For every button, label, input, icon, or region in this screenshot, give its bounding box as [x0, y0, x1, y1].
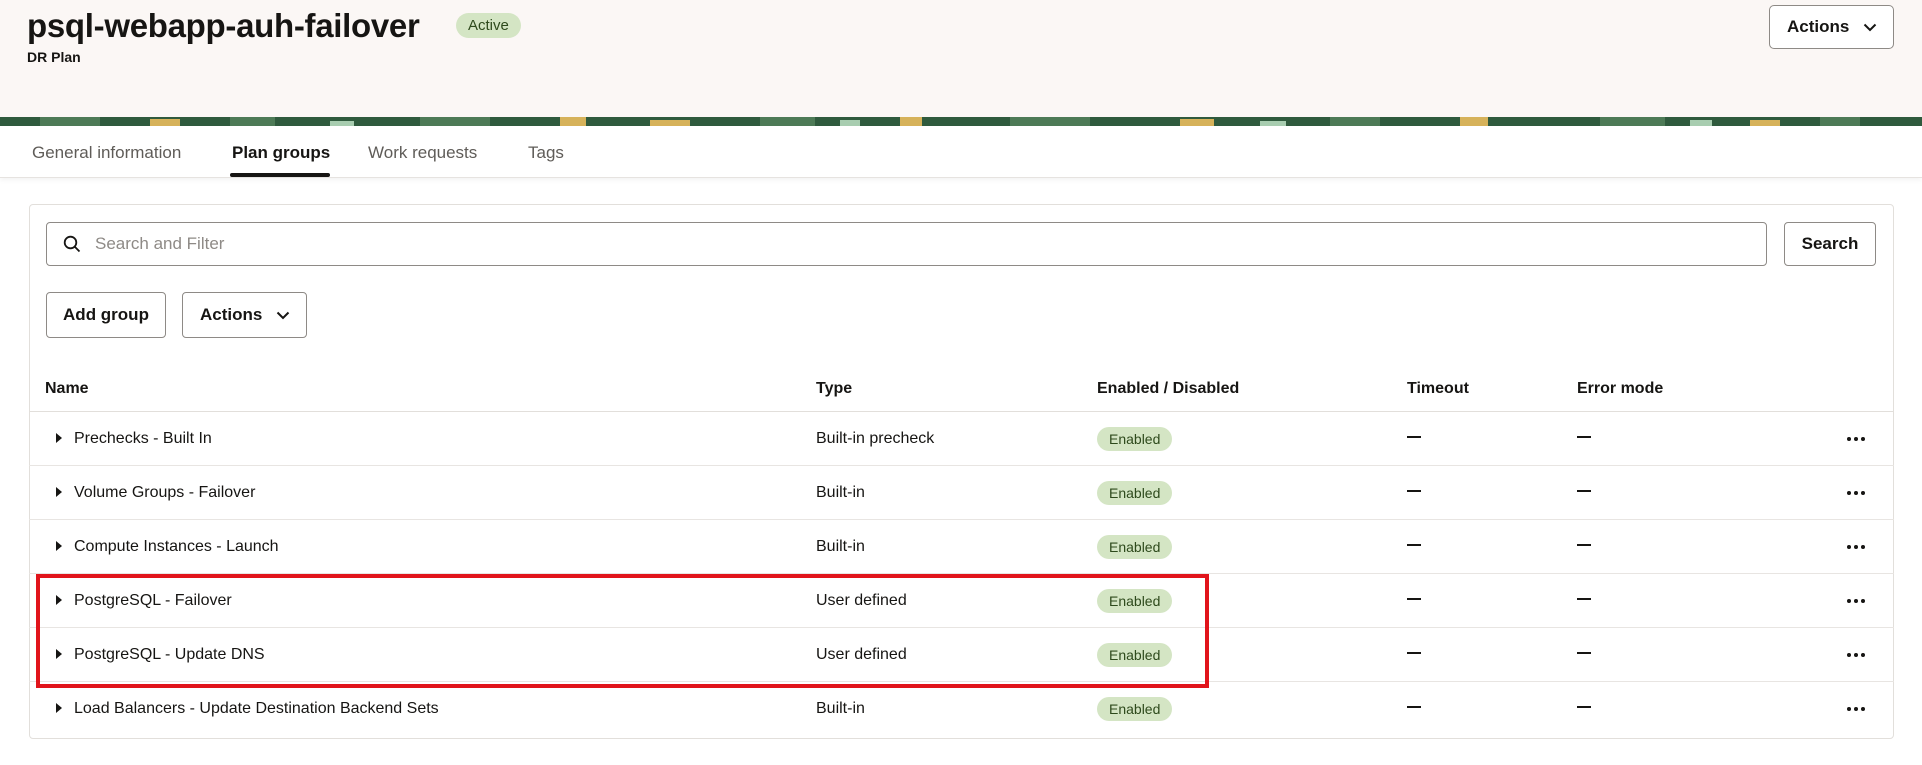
error-mode-empty — [1577, 436, 1591, 438]
column-header-name[interactable]: Name — [45, 380, 89, 398]
table-actions-button[interactable]: Actions — [182, 292, 307, 338]
column-header-enabled[interactable]: Enabled / Disabled — [1097, 380, 1239, 398]
enabled-badge: Enabled — [1097, 697, 1173, 721]
row-name: Load Balancers - Update Destination Back… — [74, 700, 439, 717]
row-type: Built-in precheck — [816, 430, 935, 447]
tab-bar: General information Plan groups Work req… — [0, 126, 1922, 178]
row-name: PostgreSQL - Failover — [74, 592, 232, 609]
enabled-badge: Enabled — [1097, 481, 1173, 505]
caret-right-icon[interactable] — [56, 487, 62, 497]
header-actions-label: Actions — [1787, 17, 1850, 36]
enabled-badge: Enabled — [1097, 589, 1173, 613]
page-title: psql-webapp-auh-failover — [27, 7, 420, 44]
table-row[interactable]: Volume Groups - Failover Built-in Enable… — [29, 466, 1894, 520]
error-mode-empty — [1577, 706, 1591, 708]
page-subtitle: DR Plan — [27, 49, 81, 65]
more-horizontal-icon[interactable] — [1847, 520, 1865, 574]
table-row[interactable]: Prechecks - Built In Built-in precheck E… — [29, 412, 1894, 466]
table-row[interactable]: Compute Instances - Launch Built-in Enab… — [29, 520, 1894, 574]
row-name: PostgreSQL - Update DNS — [74, 646, 265, 663]
table-row[interactable]: PostgreSQL - Update DNS User defined Ena… — [29, 628, 1894, 682]
search-box[interactable] — [46, 222, 1767, 266]
chevron-down-icon — [1864, 23, 1877, 31]
tab-tags[interactable]: Tags — [528, 143, 564, 163]
tab-plan-groups[interactable]: Plan groups — [232, 143, 330, 163]
column-header-timeout[interactable]: Timeout — [1407, 380, 1469, 398]
table-actions-label: Actions — [200, 305, 263, 324]
timeout-empty — [1407, 544, 1421, 546]
error-mode-empty — [1577, 652, 1591, 654]
search-input[interactable] — [95, 234, 1695, 254]
more-horizontal-icon[interactable] — [1847, 682, 1865, 736]
timeout-empty — [1407, 598, 1421, 600]
header-actions-button[interactable]: Actions — [1769, 5, 1894, 49]
active-tab-indicator — [230, 173, 330, 177]
table-row[interactable]: PostgreSQL - Failover User defined Enabl… — [29, 574, 1894, 628]
more-horizontal-icon[interactable] — [1847, 412, 1865, 466]
row-type: User defined — [816, 646, 907, 663]
row-type: Built-in — [816, 700, 865, 717]
more-horizontal-icon[interactable] — [1847, 628, 1865, 682]
more-horizontal-icon[interactable] — [1847, 574, 1865, 628]
column-header-type[interactable]: Type — [816, 380, 852, 398]
caret-right-icon[interactable] — [56, 703, 62, 713]
row-name: Prechecks - Built In — [74, 430, 212, 447]
column-header-error-mode[interactable]: Error mode — [1577, 380, 1663, 398]
caret-right-icon[interactable] — [56, 595, 62, 605]
row-name: Volume Groups - Failover — [74, 484, 256, 501]
timeout-empty — [1407, 652, 1421, 654]
search-icon — [63, 235, 81, 253]
timeout-empty — [1407, 436, 1421, 438]
timeout-empty — [1407, 490, 1421, 492]
error-mode-empty — [1577, 544, 1591, 546]
more-horizontal-icon[interactable] — [1847, 466, 1865, 520]
caret-right-icon[interactable] — [56, 541, 62, 551]
row-type: Built-in — [816, 538, 865, 555]
error-mode-empty — [1577, 598, 1591, 600]
tab-general-information[interactable]: General information — [32, 143, 181, 163]
row-type: Built-in — [816, 484, 865, 501]
tab-work-requests[interactable]: Work requests — [368, 143, 477, 163]
error-mode-empty — [1577, 490, 1591, 492]
row-name: Compute Instances - Launch — [74, 538, 279, 555]
status-badge: Active — [456, 13, 521, 38]
chevron-down-icon — [277, 311, 290, 319]
enabled-badge: Enabled — [1097, 535, 1173, 559]
caret-right-icon[interactable] — [56, 433, 62, 443]
timeout-empty — [1407, 706, 1421, 708]
table-row[interactable]: Load Balancers - Update Destination Back… — [29, 682, 1894, 736]
caret-right-icon[interactable] — [56, 649, 62, 659]
enabled-badge: Enabled — [1097, 643, 1173, 667]
add-group-button[interactable]: Add group — [46, 292, 166, 338]
enabled-badge: Enabled — [1097, 427, 1173, 451]
decorative-banner — [0, 117, 1922, 126]
page-header: psql-webapp-auh-failover Active DR Plan … — [0, 0, 1922, 117]
row-type: User defined — [816, 592, 907, 609]
search-button[interactable]: Search — [1784, 222, 1876, 266]
